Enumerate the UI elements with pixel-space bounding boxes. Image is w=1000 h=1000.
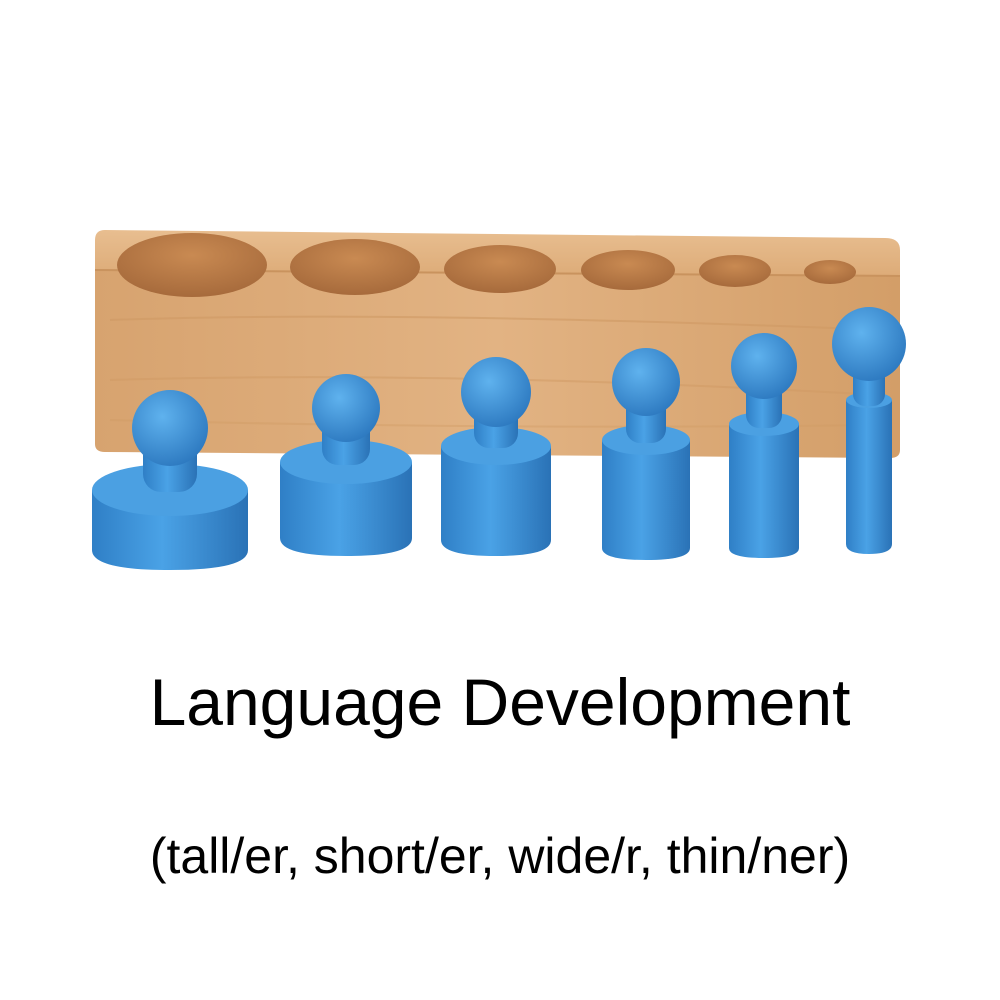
cylinder-5: [729, 333, 799, 558]
product-image-page: Language Development (tall/er, short/er,…: [0, 0, 1000, 1000]
cylinder-4: [602, 348, 690, 560]
knobbed-cylinder-block-illustration: [92, 230, 906, 570]
caption-subtitle: (tall/er, short/er, wide/r, thin/ner): [149, 828, 851, 884]
caption-title: Language Development: [149, 665, 851, 739]
